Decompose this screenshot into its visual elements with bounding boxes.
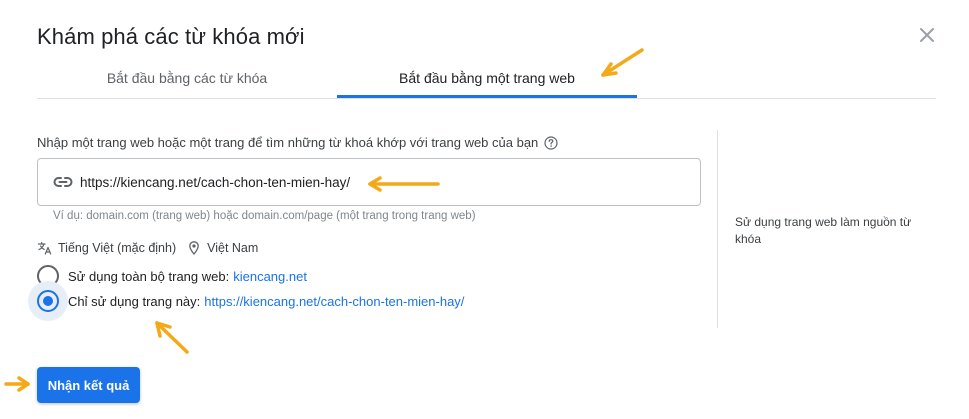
- radio-option-whole-site[interactable]: Sử dụng toàn bộ trang web: kiencang.net: [37, 265, 307, 287]
- url-input[interactable]: [80, 174, 640, 190]
- locale-settings: Tiếng Việt (mặc định) Việt Nam: [37, 240, 258, 256]
- close-icon: [920, 28, 934, 42]
- language-label[interactable]: Tiếng Việt (mặc định): [58, 241, 176, 255]
- close-button[interactable]: [914, 22, 940, 48]
- keyword-discovery-dialog: Khám phá các từ khóa mới Bắt đầu bằng cá…: [0, 0, 969, 419]
- side-note: Sử dụng trang web làm nguồn từ khóa: [735, 215, 912, 246]
- translate-icon: [37, 240, 53, 256]
- help-circle-icon[interactable]: [544, 135, 558, 150]
- location-pin-icon: [186, 240, 202, 256]
- link-icon: [52, 171, 74, 193]
- tab-bar: Bắt đầu bằng các từ khóa Bắt đầu bằng mộ…: [37, 58, 936, 99]
- url-example-hint: Ví dụ: domain.com (trang web) hoặc domai…: [53, 210, 476, 222]
- url-field-label-text: Nhập một trang web hoặc một trang để tìm…: [37, 135, 539, 150]
- radio-option-this-page[interactable]: Chỉ sử dụng trang này: https://kiencang.…: [28, 281, 465, 321]
- radio-option-whole-site-label: Sử dụng toàn bộ trang web:: [68, 268, 230, 284]
- radio-option-this-page-link: https://kiencang.net/cach-chon-ten-mien-…: [204, 293, 465, 309]
- get-results-button[interactable]: Nhận kết quả: [37, 367, 140, 403]
- annotation-arrow-button: [4, 376, 30, 392]
- url-field[interactable]: [37, 158, 701, 206]
- annotation-arrow-radio: [155, 321, 189, 354]
- vertical-divider: [717, 130, 718, 328]
- tab-start-with-website[interactable]: Bắt đầu bằng một trang web: [337, 58, 637, 98]
- tab-start-with-keywords[interactable]: Bắt đầu bằng các từ khóa: [37, 58, 337, 98]
- radio-option-whole-site-link: kiencang.net: [233, 268, 307, 284]
- radio-button-this-page[interactable]: [37, 290, 59, 312]
- dialog-title: Khám phá các từ khóa mới: [37, 24, 305, 49]
- url-field-label: Nhập một trang web hoặc một trang để tìm…: [37, 135, 558, 150]
- radio-option-this-page-label: Chỉ sử dụng trang này:: [68, 293, 201, 309]
- location-label[interactable]: Việt Nam: [207, 241, 258, 255]
- active-tab-indicator: [337, 95, 637, 98]
